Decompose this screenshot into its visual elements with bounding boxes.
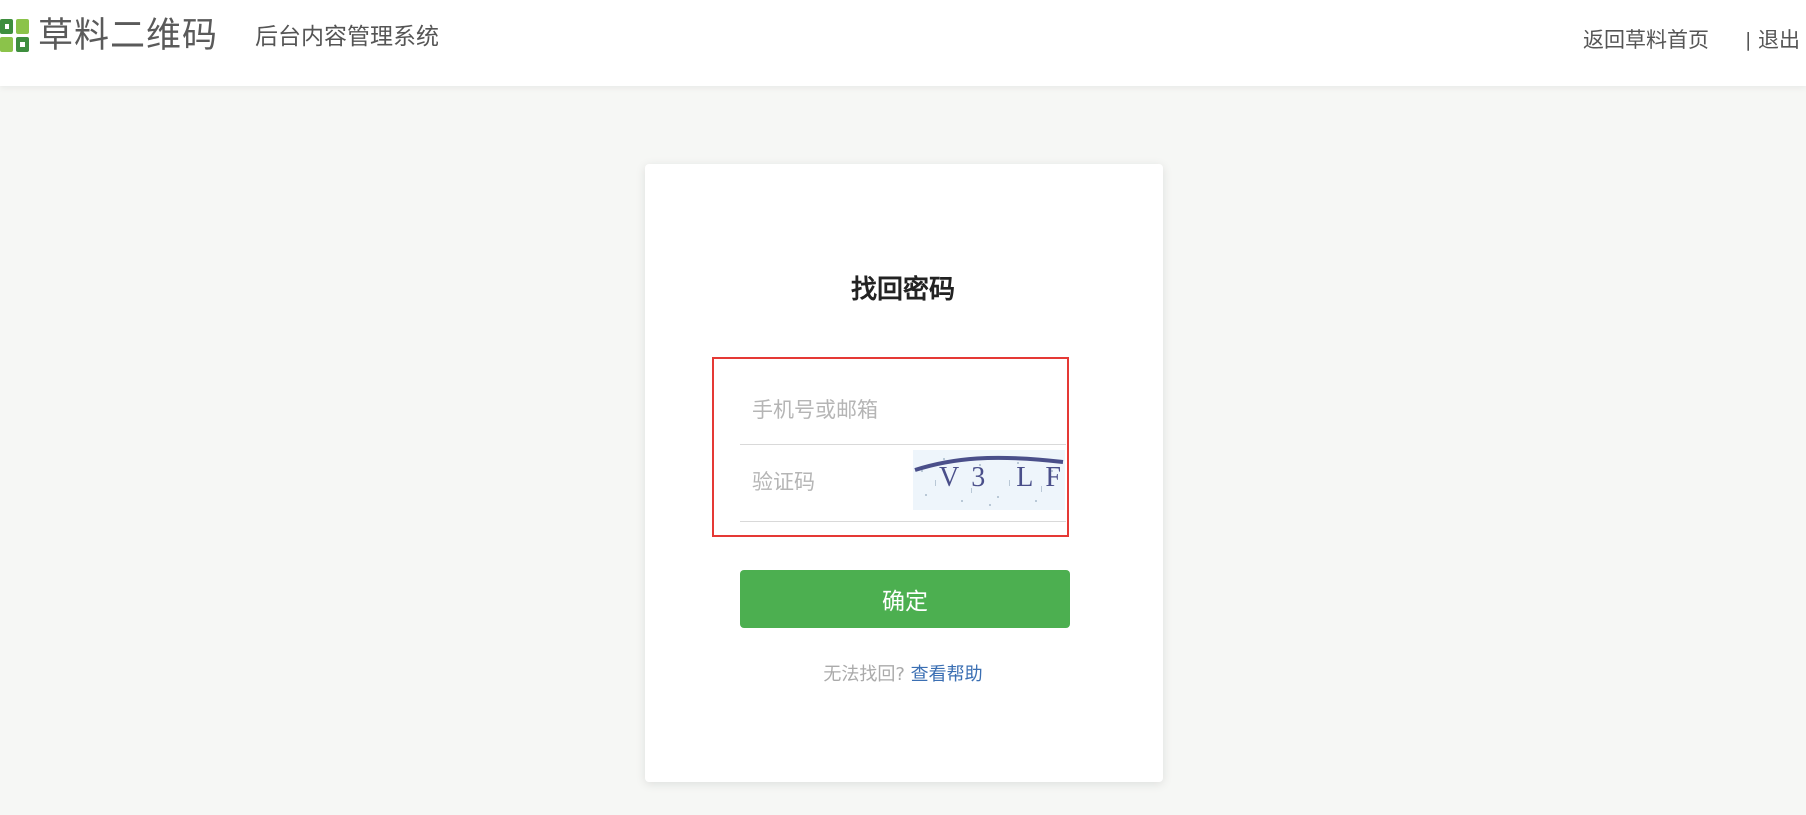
page-title: 找回密码 [850, 275, 955, 305]
nav-separator: | [1745, 29, 1752, 51]
captcha-graphic: V3 LF [914, 455, 1065, 506]
divider [740, 444, 1066, 445]
caoliao-logo-icon [0, 19, 29, 52]
view-help-link[interactable]: 查看帮助 [911, 664, 983, 685]
help-line: 无法找回? 查看帮助 [0, 663, 1806, 687]
phone-or-email-input[interactable] [740, 377, 1066, 443]
back-to-home-link[interactable]: 返回草料首页 [1583, 26, 1709, 54]
help-prefix: 无法找回? [823, 664, 905, 685]
brand-name: 草料二维码 [38, 16, 219, 56]
captcha-input[interactable] [740, 452, 910, 512]
divider [740, 521, 1066, 522]
system-title: 后台内容管理系统 [255, 24, 439, 50]
confirm-button[interactable]: 确定 [740, 570, 1070, 628]
captcha-text: V3 LF [939, 462, 1065, 493]
brand-logo[interactable]: 草料二维码 [0, 16, 218, 56]
top-bar: 草料二维码 后台内容管理系统 返回草料首页 | 退出 [0, 0, 1806, 86]
captcha-image[interactable]: V3 LF [913, 450, 1065, 510]
logout-link[interactable]: 退出 [1758, 26, 1800, 54]
